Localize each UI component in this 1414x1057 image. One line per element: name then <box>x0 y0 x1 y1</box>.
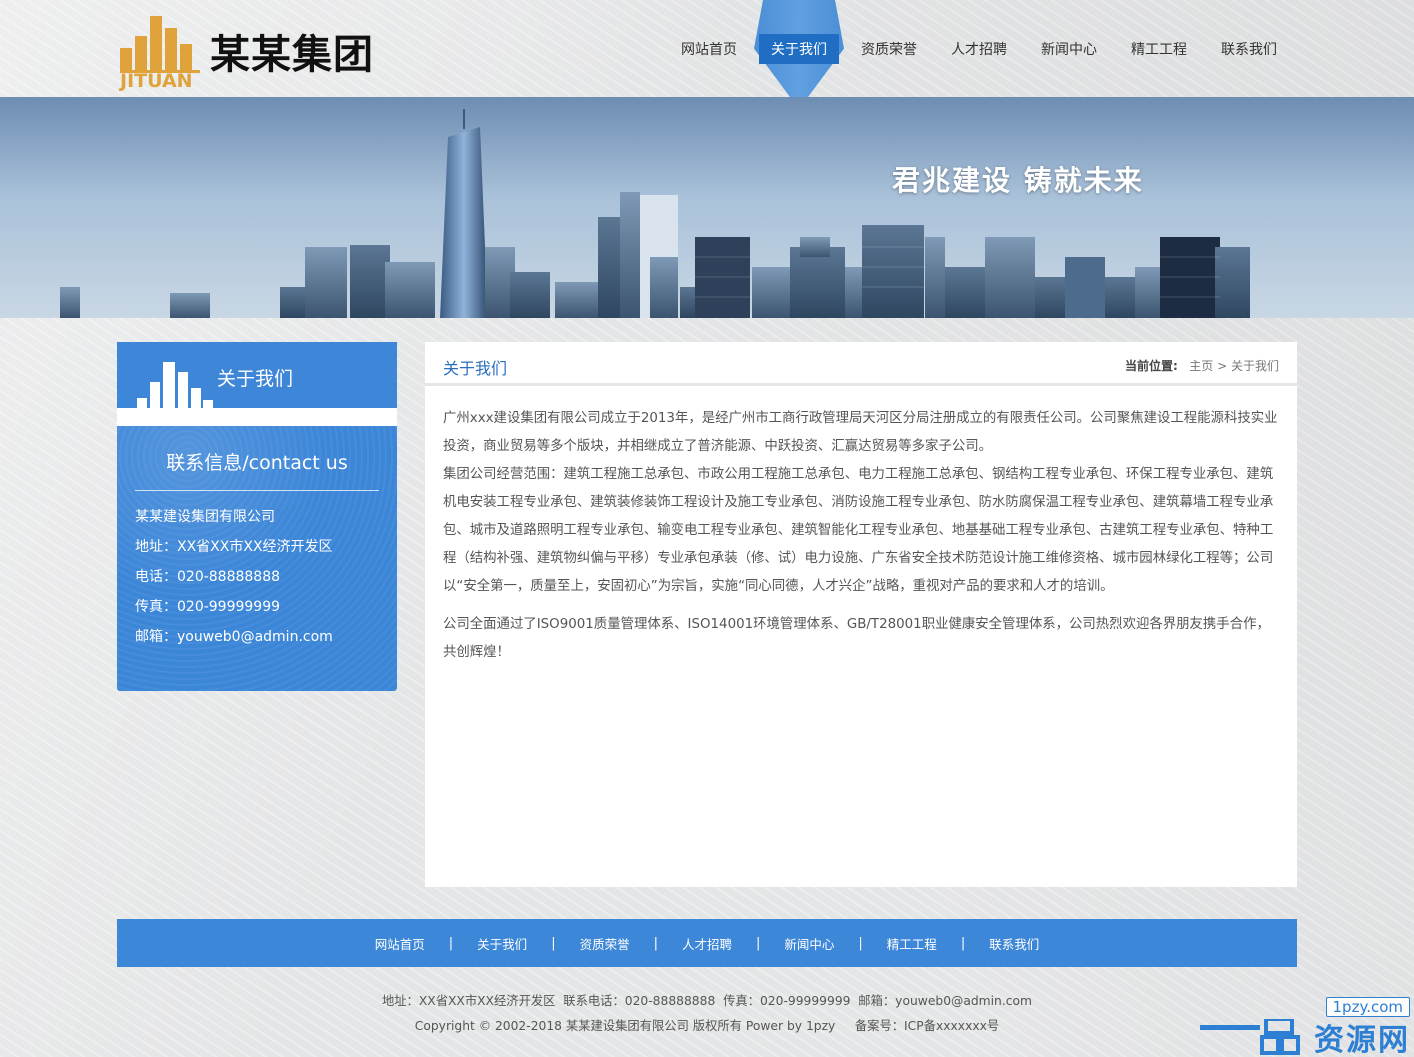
nav-careers[interactable]: 人才招聘 <box>934 0 1024 97</box>
logo-chinese-text: 某某集团 <box>210 32 374 78</box>
logo-buildings-icon <box>120 16 200 73</box>
footer-nav-news[interactable]: 新闻中心 <box>784 934 834 953</box>
breadcrumb-separator: > <box>1217 359 1228 373</box>
nav-qualifications-label: 资质荣誉 <box>861 41 917 58</box>
nav-qualifications[interactable]: 资质荣誉 <box>844 0 934 97</box>
footer-nav-home[interactable]: 网站首页 <box>375 934 425 953</box>
footer-nav-careers[interactable]: 人才招聘 <box>682 934 732 953</box>
contact-card: 联系信息/contact us 某某建设集团有限公司 地址：XX省XX市XX经济… <box>117 426 397 691</box>
city-skyline-image <box>0 97 1414 318</box>
page-title: 关于我们 <box>443 359 508 378</box>
footer-nav-separator: | <box>960 935 966 951</box>
nav-about[interactable]: 关于我们 <box>754 0 844 97</box>
hero-banner: 君兆建设 铸就未来 <box>0 97 1414 318</box>
about-paragraph: 公司全面通过了ISO9001质量管理体系、ISO14001环境管理体系、GB/T… <box>443 617 1270 660</box>
breadcrumb-current[interactable]: 关于我们 <box>1231 359 1279 373</box>
header: JITUAN 某某集团 网站首页 关于我们 资质荣誉 人才招聘 新闻中心 精工工 <box>0 0 1414 97</box>
breadcrumb: 当前位置: 主页 > 关于我们 <box>1125 357 1279 374</box>
banner-slogan: 君兆建设 铸就未来 <box>892 164 1144 197</box>
sidebar-header: 关于我们 <box>117 342 397 408</box>
breadcrumb-home[interactable]: 主页 <box>1189 359 1213 373</box>
sidebar-title: 关于我们 <box>217 368 294 390</box>
footer-nav-separator: | <box>858 935 863 951</box>
contact-title: 联系信息/contact us <box>166 452 348 474</box>
nav-about-label: 关于我们 <box>771 41 827 58</box>
sidebar: 关于我们 联系信息/contact us 某某建设集团有限公司 地址：XX省XX… <box>117 342 397 691</box>
footer-nav-contact[interactable]: 联系我们 <box>989 934 1039 953</box>
about-paragraph: 集团公司经营范围：建筑工程施工总承包、市政公用工程施工总承包、电力工程施工总承包… <box>443 467 1274 594</box>
nav-careers-label: 人才招聘 <box>951 41 1007 58</box>
footer-nav-separator: | <box>756 935 761 951</box>
watermark-logo-icon <box>1200 1019 1300 1055</box>
logo[interactable]: JITUAN 某某集团 <box>118 12 378 92</box>
watermark-text: 资源网 <box>1314 1023 1410 1057</box>
sidebar-header-divider <box>117 408 397 426</box>
footer-nav-projects[interactable]: 精工工程 <box>887 934 937 953</box>
nav-home[interactable]: 网站首页 <box>664 0 754 97</box>
contact-email: 邮箱：youweb0@admin.com <box>135 629 333 645</box>
page: JITUAN 某某集团 网站首页 关于我们 资质荣誉 人才招聘 新闻中心 精工工 <box>0 0 1414 1057</box>
about-paragraph: 广州xxx建设集团有限公司成立于2013年，是经广州市工商行政管理局天河区分局注… <box>443 411 1278 454</box>
nav-news[interactable]: 新闻中心 <box>1024 0 1114 97</box>
watermark: 1pzy.com 资源网 <box>1200 997 1414 1057</box>
nav-contact[interactable]: 联系我们 <box>1204 0 1294 97</box>
about-content: 广州xxx建设集团有限公司成立于2013年，是经广州市工商行政管理局天河区分局注… <box>443 405 1279 677</box>
logo-english-text: JITUAN <box>120 70 193 92</box>
buildings-icon <box>137 362 213 408</box>
contact-fax: 传真：020-99999999 <box>135 599 281 615</box>
watermark-url: 1pzy.com <box>1325 997 1410 1017</box>
nav-home-label: 网站首页 <box>681 41 737 58</box>
nav-contact-label: 联系我们 <box>1221 41 1277 58</box>
footer-nav-separator: | <box>448 935 454 951</box>
footer-nav-qualifications[interactable]: 资质荣誉 <box>580 934 630 953</box>
contact-company: 某某建设集团有限公司 <box>135 509 275 525</box>
main-nav: 网站首页 关于我们 资质荣誉 人才招聘 新闻中心 精工工程 联系我们 <box>664 0 1294 97</box>
contact-phone: 电话：020-88888888 <box>135 569 281 585</box>
contact-divider <box>135 490 379 491</box>
nav-projects-label: 精工工程 <box>1131 41 1187 58</box>
breadcrumb-label: 当前位置: <box>1124 359 1178 373</box>
footer-nav-separator: | <box>653 935 658 951</box>
footer-nav-about[interactable]: 关于我们 <box>477 934 527 953</box>
nav-projects[interactable]: 精工工程 <box>1114 0 1204 97</box>
contact-address: 地址：XX省XX市XX经济开发区 <box>135 539 333 555</box>
main-header: 关于我们 当前位置: 主页 > 关于我们 <box>425 342 1297 386</box>
footer-nav: 网站首页 | 关于我们 | 资质荣誉 | 人才招聘 | 新闻中心 | 精工工程 … <box>117 919 1297 967</box>
main-panel: 关于我们 当前位置: 主页 > 关于我们 广州xxx建设集团有限公司成立于201… <box>425 342 1297 887</box>
footer-nav-separator: | <box>551 935 556 951</box>
nav-news-label: 新闻中心 <box>1041 41 1097 58</box>
